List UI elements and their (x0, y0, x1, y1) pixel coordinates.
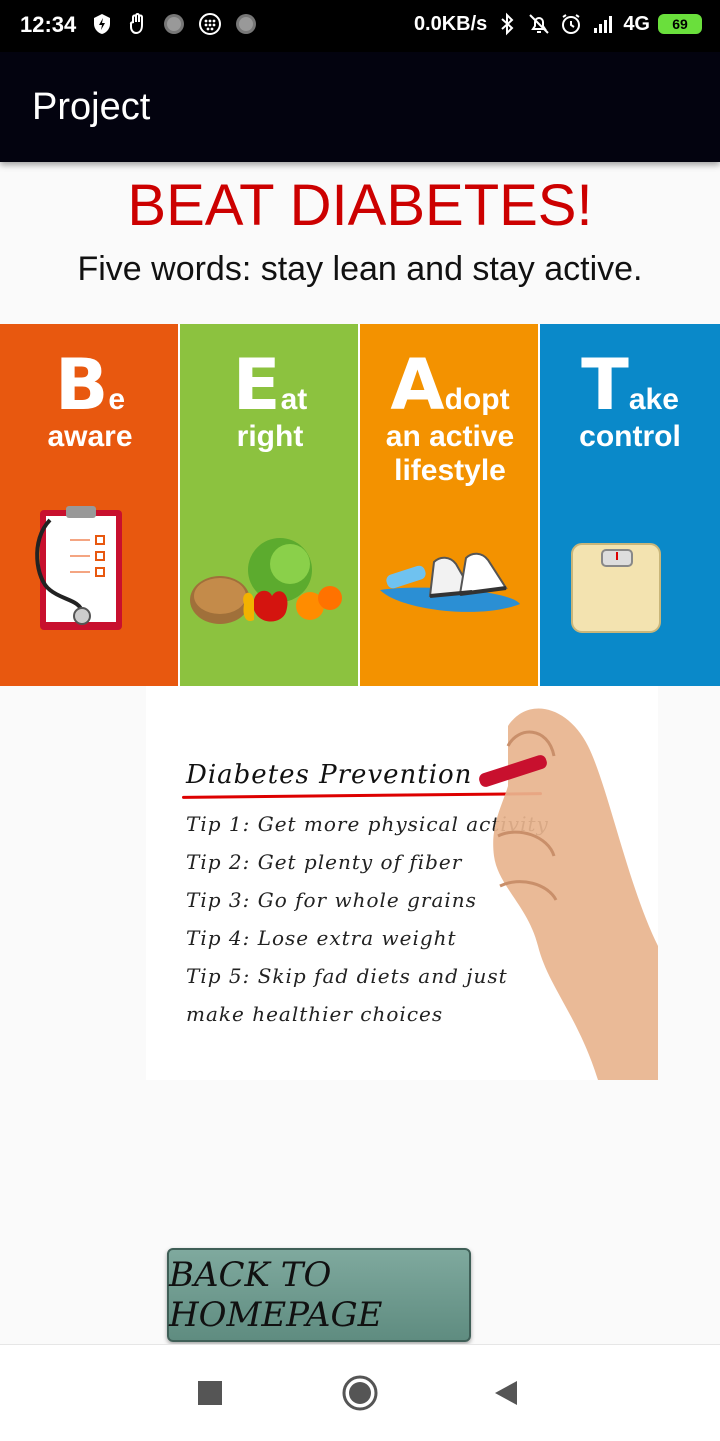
alarm-icon (559, 12, 583, 36)
home-icon[interactable] (340, 1373, 380, 1413)
sneakers-towel-icon (380, 552, 520, 612)
status-notification-icons (90, 12, 258, 36)
bell-off-icon (527, 12, 551, 36)
circle-dot-icon (162, 12, 186, 36)
panel-caption: Eat right (232, 344, 308, 453)
banner-panel-take-control: Take control (540, 324, 720, 686)
app-bar: Project (0, 52, 720, 162)
panel-caption: Be aware (47, 344, 133, 453)
network-speed: 0.0KB/s (413, 12, 488, 35)
grid-dot-icon (198, 12, 222, 36)
signal-icon (591, 12, 615, 36)
page-subheadline: Five words: stay lean and stay active. (77, 250, 643, 288)
status-bar: 12:34 0.0KB/s 4G 69 (0, 0, 720, 52)
bluetooth-icon (495, 12, 519, 36)
hand-with-marker-icon (479, 708, 658, 1080)
page-headline: BEAT DIABETES! (127, 173, 593, 238)
network-type: 4G (623, 12, 650, 35)
banner-panel-eat-right: Eat right (180, 324, 360, 686)
healthy-food-icon (190, 538, 342, 624)
back-to-homepage-button[interactable]: BACK TO HOMEPAGE (167, 1248, 471, 1342)
circle-dot-icon (234, 12, 258, 36)
recent-apps-icon[interactable] (190, 1373, 230, 1413)
banner-panel-adopt-active-lifestyle: Adopt an active lifestyle (360, 324, 540, 686)
hand-icon (126, 12, 150, 36)
panel-caption: Take control (579, 344, 681, 453)
panel-caption: Adopt an active lifestyle (385, 344, 515, 487)
flash-shield-icon (90, 12, 114, 36)
system-nav-bar (0, 1344, 720, 1441)
back-icon[interactable] (486, 1373, 526, 1413)
diabetes-prevention-image: Diabetes Prevention Tip 1: Get more phys… (146, 686, 658, 1080)
diabetes-banner-image: Be aware Eat right Adopt an active lifes… (0, 324, 720, 686)
clipboard-stethoscope-icon (35, 506, 122, 630)
bathroom-scale-icon (571, 543, 661, 633)
status-time: 12:34 (20, 12, 77, 37)
status-system-icons: 0.0KB/s 4G 69 (414, 12, 702, 36)
app-title: Project (32, 86, 151, 128)
battery-indicator: 69 (658, 14, 702, 34)
banner-panel-be-aware: Be aware (0, 324, 180, 686)
